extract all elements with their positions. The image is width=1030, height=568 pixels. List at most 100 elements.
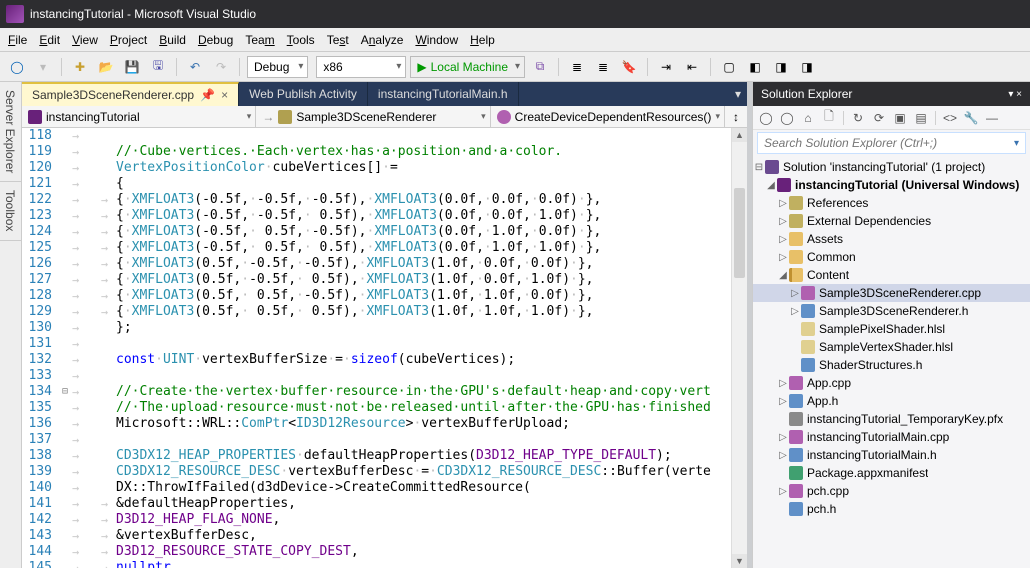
cpp-file-icon (789, 376, 803, 390)
folder-icon (789, 250, 803, 264)
search-dropdown-icon[interactable]: ▾ (1014, 138, 1019, 149)
nav-class-dropdown[interactable]: →Sample3DSceneRenderer (256, 106, 490, 127)
save-button[interactable]: 💾 (121, 56, 143, 78)
uncomment-button[interactable]: ≣ (592, 56, 614, 78)
twisty-icon[interactable]: ⊟ (753, 162, 765, 173)
sln-preview-button[interactable]: — (983, 109, 1001, 127)
config-dropdown[interactable]: Debug (247, 56, 308, 78)
method-icon (497, 110, 511, 124)
sln-back-button[interactable]: ◯ (757, 109, 775, 127)
side-tool-tabs: Server Explorer Toolbox (0, 82, 22, 568)
menu-debug[interactable]: Debug (198, 33, 233, 47)
comment-button[interactable]: ≣ (566, 56, 588, 78)
outdent-button[interactable]: ⇤ (681, 56, 703, 78)
scroll-up-button[interactable]: ▲ (732, 128, 747, 142)
solution-explorer-toolbar: ◯ ◯ ⌂ 🗋 ↻ ⟳ ▣ ▤ <> 🔧 — (753, 106, 1030, 130)
menu-team[interactable]: Team (245, 33, 274, 47)
vs-logo-icon (6, 5, 24, 23)
tab-web-publish[interactable]: Web Publish Activity (239, 82, 368, 106)
pin-icon[interactable]: 📌 (200, 88, 215, 102)
toolbox-tab[interactable]: Toolbox (0, 182, 21, 240)
folder-open-icon (789, 268, 803, 282)
project-icon (777, 178, 791, 192)
project-icon (28, 110, 42, 124)
window-title: instancingTutorial - Microsoft Visual St… (30, 7, 256, 21)
h-file-icon (789, 394, 803, 408)
references-icon (789, 196, 803, 210)
indent-button[interactable]: ⇥ (655, 56, 677, 78)
class-icon (278, 110, 292, 124)
twisty-icon[interactable]: ◢ (765, 180, 777, 191)
menu-window[interactable]: Window (415, 33, 458, 47)
menu-bar: FFileile Edit View Project Build Debug T… (0, 28, 1030, 52)
document-tabs: Sample3DSceneRenderer.cpp 📌 × Web Publis… (22, 82, 747, 106)
undo-button[interactable]: ↶ (184, 56, 206, 78)
sln-collapse-button[interactable]: ▣ (891, 109, 909, 127)
redo-button[interactable]: ↷ (210, 56, 232, 78)
folder-icon (789, 232, 803, 246)
nav-project-dropdown[interactable]: instancingTutorial (22, 106, 256, 127)
panel-menu-button[interactable]: ▾ × (1008, 89, 1022, 100)
h-file-icon (789, 448, 803, 462)
open-file-button[interactable]: 📂 (95, 56, 117, 78)
bookmark-button[interactable]: 🔖 (618, 56, 640, 78)
vertical-scrollbar[interactable]: ▲ ▼ (731, 128, 747, 568)
tab-overflow-button[interactable]: ▾ (729, 82, 747, 106)
external-deps-icon (789, 214, 803, 228)
platform-dropdown[interactable]: x86 (316, 56, 406, 78)
title-bar: instancingTutorial - Microsoft Visual St… (0, 0, 1030, 28)
cpp-file-icon (789, 484, 803, 498)
menu-view[interactable]: View (72, 33, 98, 47)
scroll-down-button[interactable]: ▼ (732, 554, 747, 568)
sln-refresh-button[interactable]: ⟳ (870, 109, 888, 127)
h-file-icon (801, 358, 815, 372)
appx-file-icon (789, 466, 803, 480)
sln-properties-button[interactable]: 🔧 (962, 109, 980, 127)
solution-search-input[interactable] (764, 136, 1014, 150)
menu-project[interactable]: Project (110, 33, 147, 47)
solution-tree[interactable]: ⊟Solution 'instancingTutorial' (1 projec… (753, 156, 1030, 568)
toggle-3-button[interactable]: ◨ (770, 56, 792, 78)
start-debug-button[interactable]: Local Machine (410, 56, 525, 78)
server-explorer-tab[interactable]: Server Explorer (0, 82, 21, 182)
tab-main-h[interactable]: instancingTutorialMain.h (368, 82, 519, 106)
hlsl-file-icon (801, 322, 815, 336)
sln-home-button[interactable]: ⌂ (799, 109, 817, 127)
scroll-thumb[interactable] (734, 188, 745, 278)
sln-pending-button[interactable]: 🗋 (820, 109, 838, 127)
new-project-button[interactable]: ✚ (69, 56, 91, 78)
split-editor-button[interactable]: ↕ (725, 106, 747, 127)
sln-code-button[interactable]: <> (941, 109, 959, 127)
toggle-2-button[interactable]: ◧ (744, 56, 766, 78)
menu-test[interactable]: Test (327, 33, 349, 47)
main-toolbar: ◯ ▾ ✚ 📂 💾 🖫 ↶ ↷ Debug x86 Local Machine … (0, 52, 1030, 82)
nav-method-dropdown[interactable]: CreateDeviceDependentResources() (491, 106, 725, 127)
navigation-bar: instancingTutorial →Sample3DSceneRendere… (22, 106, 747, 128)
sln-showall-button[interactable]: ▤ (912, 109, 930, 127)
sln-sync-button[interactable]: ↻ (849, 109, 867, 127)
hlsl-file-icon (801, 340, 815, 354)
tab-renderer-cpp[interactable]: Sample3DSceneRenderer.cpp 📌 × (22, 82, 239, 106)
menu-tools[interactable]: Tools (287, 33, 315, 47)
h-file-icon (789, 502, 803, 516)
sln-fwd-button[interactable]: ◯ (778, 109, 796, 127)
menu-help[interactable]: Help (470, 33, 495, 47)
solution-search[interactable]: ▾ (757, 132, 1026, 154)
menu-analyze[interactable]: Analyze (361, 33, 404, 47)
nav-back-button[interactable]: ◯ (6, 56, 28, 78)
pfx-file-icon (789, 412, 803, 426)
toggle-4-button[interactable]: ◨ (796, 56, 818, 78)
cpp-file-icon (801, 286, 815, 300)
solution-explorer-header: Solution Explorer ▾ × (753, 82, 1030, 106)
tree-item-renderer-cpp[interactable]: ▷Sample3DSceneRenderer.cpp (753, 284, 1030, 302)
close-icon[interactable]: × (221, 88, 228, 102)
menu-file[interactable]: FFileile (8, 33, 27, 47)
menu-edit[interactable]: Edit (39, 33, 60, 47)
save-all-button[interactable]: 🖫 (147, 56, 169, 78)
toggle-1-button[interactable]: ▢ (718, 56, 740, 78)
nav-fwd-button[interactable]: ▾ (32, 56, 54, 78)
menu-build[interactable]: Build (159, 33, 186, 47)
h-file-icon (801, 304, 815, 318)
step-button[interactable]: ⧉ (529, 56, 551, 78)
code-editor[interactable]: 1181191201211221231241251261271281291301… (22, 128, 747, 568)
